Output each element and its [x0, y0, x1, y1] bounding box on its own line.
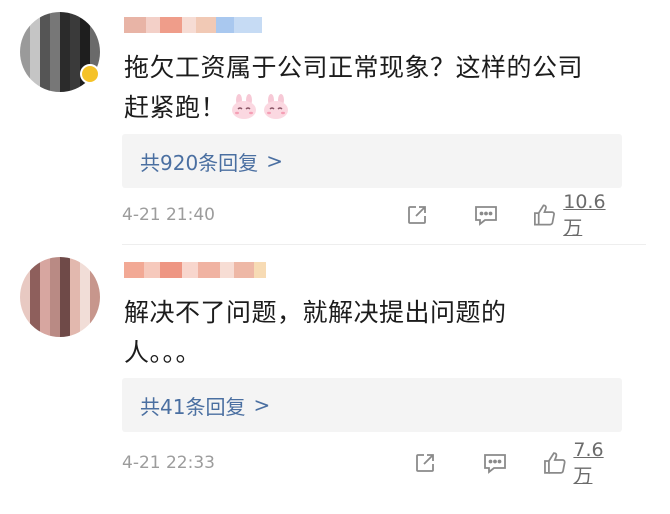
- comment-timestamp: 4-21 22:33: [122, 453, 215, 473]
- like-count: 7.6万: [573, 438, 604, 487]
- like-icon: [534, 204, 556, 226]
- comment-icon[interactable]: [480, 451, 510, 475]
- comment-text: 拖欠工资属于公司正常现象？这样的公司 赶紧跑！: [124, 48, 624, 128]
- comment-text-content: 拖欠工资属于公司正常现象？这样的公司 赶紧跑！: [124, 53, 584, 122]
- bunny-emoji-icon: [230, 92, 258, 119]
- username-blurred[interactable]: [124, 17, 262, 33]
- comment-divider: [122, 244, 646, 245]
- chevron-right-icon: >: [253, 393, 271, 417]
- avatar[interactable]: [20, 257, 100, 337]
- verified-badge-icon: [80, 64, 100, 84]
- bunny-emoji-icon: [262, 92, 290, 119]
- share-icon[interactable]: [403, 203, 432, 227]
- view-replies-button[interactable]: 共920条回复 >: [122, 134, 622, 188]
- view-replies-button[interactable]: 共41条回复 >: [122, 378, 622, 432]
- comment-meta: 4-21 22:33 7.6万: [122, 439, 622, 487]
- like-icon: [543, 452, 566, 474]
- comment-icon[interactable]: [472, 203, 501, 227]
- like-button[interactable]: 10.6万: [532, 191, 622, 240]
- like-count: 10.6万: [563, 190, 606, 239]
- username-blurred[interactable]: [124, 262, 266, 278]
- share-icon[interactable]: [410, 451, 440, 475]
- comment-timestamp: 4-21 21:40: [122, 205, 215, 225]
- chevron-right-icon: >: [266, 149, 283, 173]
- comment-meta: 4-21 21:40 10.6万: [122, 191, 622, 239]
- comment-text: 解决不了问题，就解决提出问题的 人。。。: [124, 293, 624, 373]
- reply-count-label: 共41条回复: [140, 394, 246, 419]
- avatar-pixelated-image: [20, 257, 100, 337]
- comment-text-content: 解决不了问题，就解决提出问题的 人。。。: [124, 298, 507, 367]
- reply-count-label: 共920条回复: [140, 150, 259, 175]
- like-button[interactable]: 7.6万: [542, 439, 622, 488]
